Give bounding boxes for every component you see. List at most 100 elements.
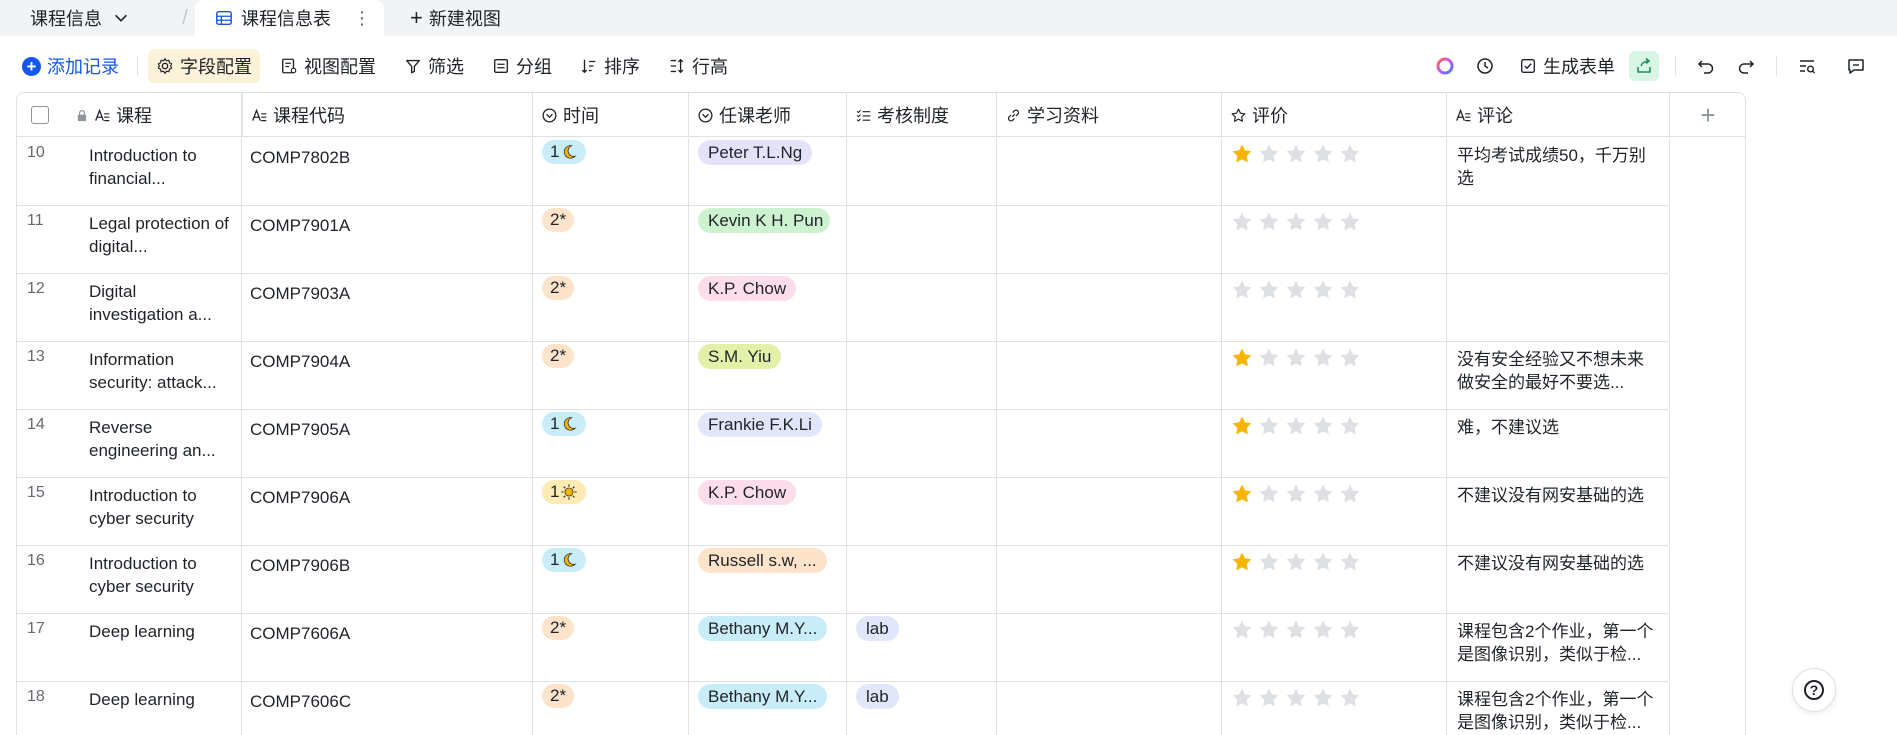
cell-code[interactable]: COMP7903A — [242, 274, 533, 341]
cell-teacher[interactable]: Frankie F.K.Li — [689, 410, 847, 477]
star-filled-icon[interactable] — [1230, 482, 1254, 506]
sort-button[interactable]: 排序 — [572, 49, 648, 83]
cell-rating[interactable] — [1222, 410, 1447, 477]
cell-comment[interactable]: 不建议没有网安基础的选 — [1447, 478, 1670, 545]
cell-comment[interactable]: 难，不建议选 — [1447, 410, 1670, 477]
cell-course[interactable]: Introduction to financial... — [81, 138, 242, 205]
add-column-button[interactable]: + — [1670, 93, 1745, 137]
share-button[interactable] — [1629, 51, 1659, 81]
star-rating[interactable] — [1222, 546, 1446, 574]
row-height-button[interactable]: 行高 — [660, 49, 736, 83]
star-filled-icon[interactable] — [1230, 346, 1254, 370]
tab-course-info-table[interactable]: 课程信息表 ⋮ — [195, 0, 384, 36]
cell-teacher[interactable]: Bethany M.Y... — [689, 682, 847, 735]
cell-time[interactable]: 1 — [533, 478, 689, 545]
star-empty-icon[interactable] — [1230, 686, 1254, 710]
undo-button[interactable] — [1691, 51, 1721, 81]
star-empty-icon[interactable] — [1311, 550, 1335, 574]
header-cell-teacher[interactable]: 任课老师 — [689, 93, 847, 137]
cell-time[interactable]: 1 — [533, 546, 689, 613]
star-empty-icon[interactable] — [1257, 618, 1281, 642]
cell-teacher[interactable]: K.P. Chow — [689, 274, 847, 341]
star-empty-icon[interactable] — [1311, 142, 1335, 166]
header-cell-exam[interactable]: 考核制度 — [847, 93, 997, 137]
cell-exam[interactable]: lab — [847, 682, 997, 735]
cell-code[interactable]: COMP7901A — [242, 206, 533, 273]
star-empty-icon[interactable] — [1284, 278, 1308, 302]
cell-course[interactable]: Information security: attack... — [81, 342, 242, 409]
more-vertical-icon[interactable]: ⋮ — [353, 8, 371, 29]
cell-exam[interactable] — [847, 410, 997, 477]
cell-rating[interactable] — [1222, 478, 1447, 545]
cell-course[interactable]: Legal protection of digital... — [81, 206, 242, 273]
cell-rating[interactable] — [1222, 614, 1447, 681]
star-empty-icon[interactable] — [1284, 142, 1308, 166]
cell-exam[interactable] — [847, 206, 997, 273]
star-empty-icon[interactable] — [1230, 618, 1254, 642]
star-rating[interactable] — [1222, 410, 1446, 438]
cell-teacher[interactable]: Kevin K H. Pun — [689, 206, 847, 273]
cell-materials[interactable] — [997, 478, 1222, 545]
star-empty-icon[interactable] — [1338, 278, 1362, 302]
group-button[interactable]: 分组 — [484, 49, 560, 83]
star-empty-icon[interactable] — [1257, 686, 1281, 710]
star-filled-icon[interactable] — [1230, 142, 1254, 166]
cell-code[interactable]: COMP7905A — [242, 410, 533, 477]
header-cell-materials[interactable]: 学习资料 — [997, 93, 1222, 137]
comments-button[interactable] — [1841, 51, 1871, 81]
ai-assistant-button[interactable] — [1430, 51, 1460, 81]
cell-exam[interactable] — [847, 274, 997, 341]
cell-time[interactable]: 1 — [533, 410, 689, 477]
new-view-button[interactable]: + 新建视图 — [410, 5, 501, 31]
star-rating[interactable] — [1222, 274, 1446, 302]
star-empty-icon[interactable] — [1284, 414, 1308, 438]
help-button[interactable]: ? — [1792, 668, 1836, 712]
cell-materials[interactable] — [997, 546, 1222, 613]
star-rating[interactable] — [1222, 614, 1446, 642]
cell-code[interactable]: COMP7802B — [242, 138, 533, 205]
star-empty-icon[interactable] — [1338, 414, 1362, 438]
cell-teacher[interactable]: K.P. Chow — [689, 478, 847, 545]
cell-code[interactable]: COMP7904A — [242, 342, 533, 409]
star-empty-icon[interactable] — [1284, 618, 1308, 642]
cell-comment[interactable]: 不建议没有网安基础的选 — [1447, 546, 1670, 613]
cell-comment[interactable]: 平均考试成绩50，千万别选 — [1447, 138, 1670, 205]
star-empty-icon[interactable] — [1284, 346, 1308, 370]
star-empty-icon[interactable] — [1338, 618, 1362, 642]
cell-rating[interactable] — [1222, 138, 1447, 205]
cell-exam[interactable] — [847, 138, 997, 205]
add-record-button[interactable]: + 添加记录 — [14, 49, 127, 83]
star-rating[interactable] — [1222, 138, 1446, 166]
table-row[interactable]: 11 Legal protection of digital... COMP79… — [17, 206, 1670, 274]
header-cell-rating[interactable]: 评价 — [1222, 93, 1447, 137]
star-empty-icon[interactable] — [1311, 210, 1335, 234]
star-rating[interactable] — [1222, 342, 1446, 370]
table-row[interactable]: 17 Deep learning COMP7606A 2* Bethany M.… — [17, 614, 1670, 682]
star-empty-icon[interactable] — [1284, 550, 1308, 574]
star-empty-icon[interactable] — [1338, 142, 1362, 166]
cell-rating[interactable] — [1222, 546, 1447, 613]
cell-code[interactable]: COMP7606A — [242, 614, 533, 681]
cell-comment[interactable]: 课程包含2个作业，第一个是图像识别，类似于检... — [1447, 682, 1670, 735]
cell-comment[interactable]: 课程包含2个作业，第一个是图像识别，类似于检... — [1447, 614, 1670, 681]
cell-comment[interactable] — [1447, 274, 1670, 341]
star-empty-icon[interactable] — [1257, 346, 1281, 370]
cell-rating[interactable] — [1222, 342, 1447, 409]
cell-course[interactable]: Deep learning — [81, 682, 242, 735]
cell-course[interactable]: Introduction to cyber security — [81, 546, 242, 613]
automation-button[interactable] — [1470, 51, 1500, 81]
cell-code[interactable]: COMP7906A — [242, 478, 533, 545]
cell-materials[interactable] — [997, 138, 1222, 205]
star-empty-icon[interactable] — [1230, 278, 1254, 302]
cell-teacher[interactable]: Russell s.w, ... — [689, 546, 847, 613]
cell-course[interactable]: Introduction to cyber security — [81, 478, 242, 545]
cell-rating[interactable] — [1222, 682, 1447, 735]
table-row[interactable]: 13 Information security: attack... COMP7… — [17, 342, 1670, 410]
table-selector[interactable]: 课程信息 — [0, 0, 175, 36]
cell-time[interactable]: 1 — [533, 138, 689, 205]
star-filled-icon[interactable] — [1230, 414, 1254, 438]
cell-exam[interactable] — [847, 546, 997, 613]
star-empty-icon[interactable] — [1311, 482, 1335, 506]
field-config-button[interactable]: 字段配置 — [148, 49, 260, 83]
star-rating[interactable] — [1222, 478, 1446, 506]
